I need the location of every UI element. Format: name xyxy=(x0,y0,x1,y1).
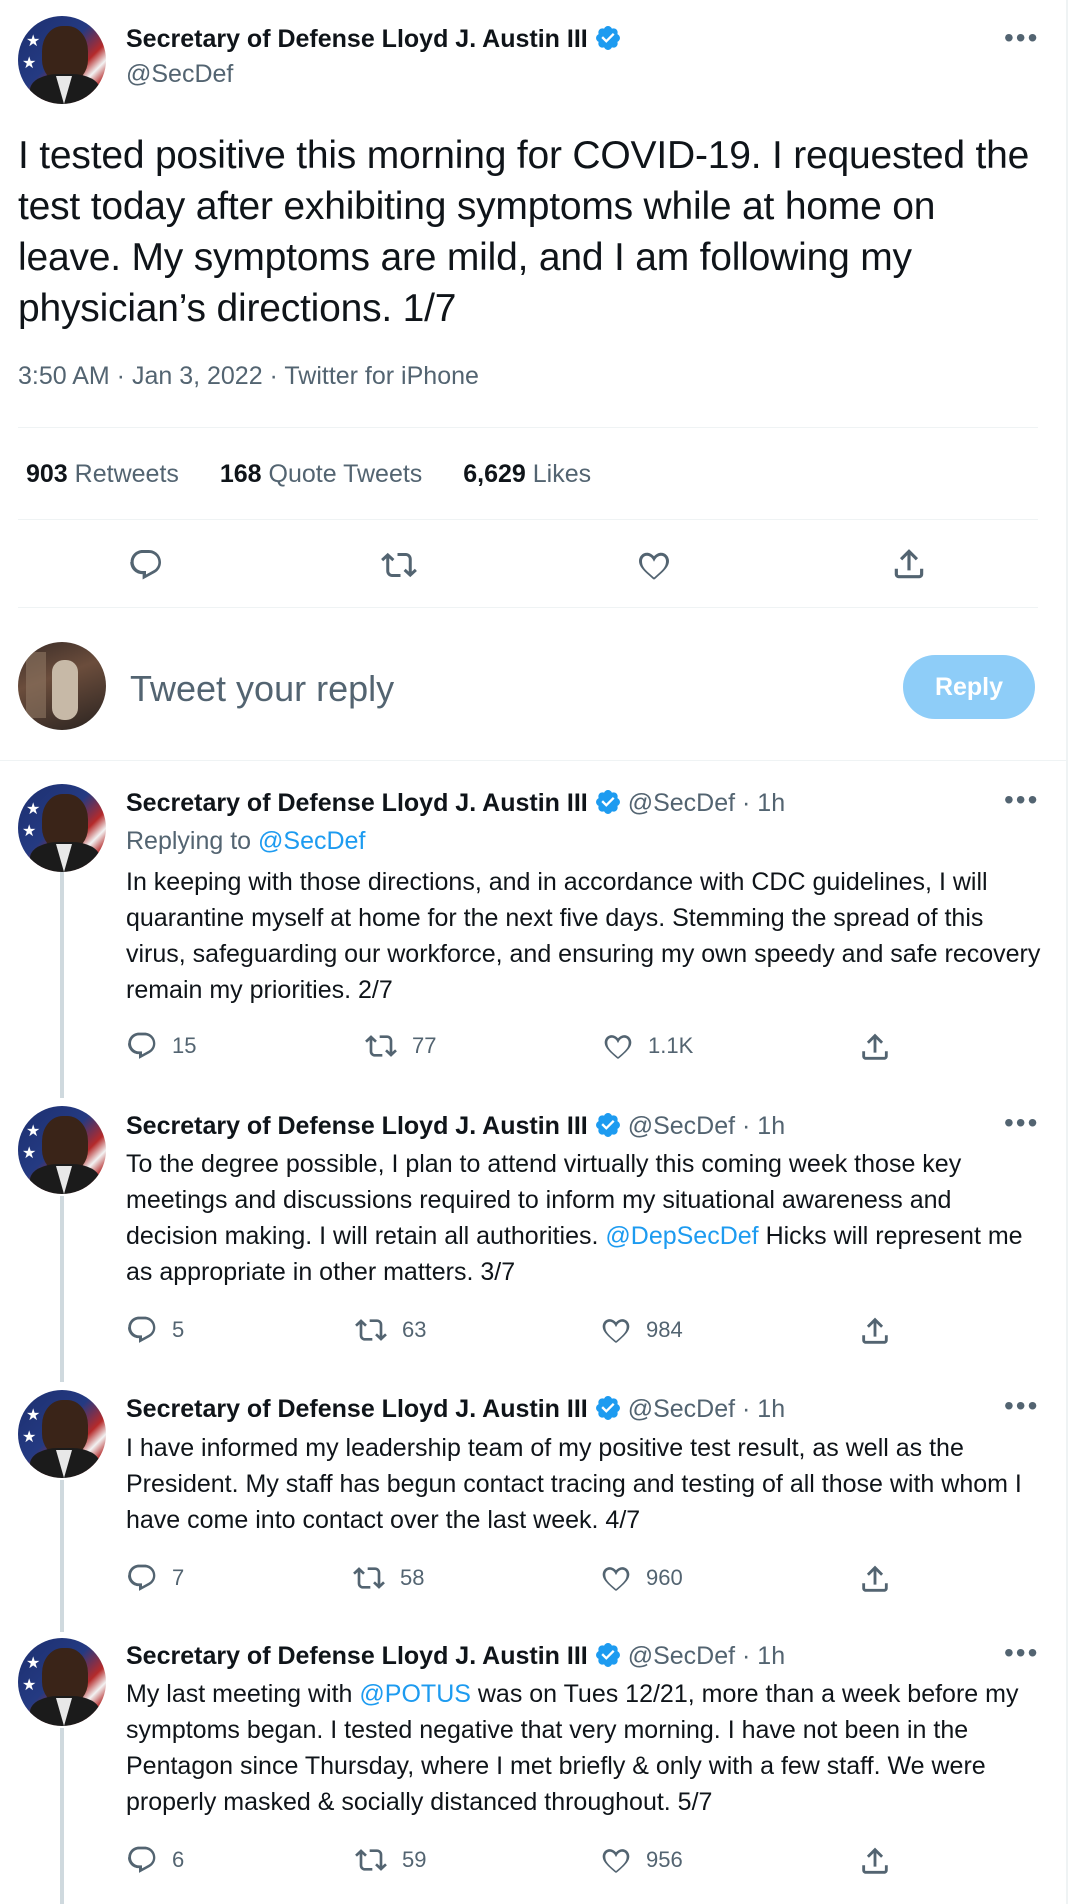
quote-tweets-stat[interactable]: 168 Quote Tweets xyxy=(220,460,422,488)
retweet-action[interactable]: 58 xyxy=(352,1562,424,1594)
main-tweet-text: I tested positive this morning for COVID… xyxy=(18,134,1030,330)
like-action[interactable]: 956 xyxy=(600,1844,683,1876)
reply-action[interactable]: 7 xyxy=(126,1562,184,1594)
tweet-author[interactable]: Secretary of Defense Lloyd J. Austin III… xyxy=(126,1641,785,1671)
share-action[interactable] xyxy=(858,1314,906,1348)
heart-icon[interactable] xyxy=(600,1844,632,1876)
author-name[interactable]: Secretary of Defense Lloyd J. Austin III xyxy=(126,24,622,54)
mention-link[interactable]: @DepSecDef xyxy=(605,1222,758,1250)
verified-badge-icon xyxy=(595,1113,620,1137)
more-dots-icon[interactable]: ••• xyxy=(1004,1392,1039,1420)
more-dots-icon[interactable]: ••• xyxy=(1004,786,1039,814)
more-dots-icon[interactable]: ••• xyxy=(1004,24,1039,52)
tweet-text: I have informed my leadership team of my… xyxy=(126,1434,1022,1534)
share-upload-icon[interactable] xyxy=(858,1030,892,1064)
retweets-stat[interactable]: 903 Retweets xyxy=(26,460,179,488)
retweet-action[interactable]: 59 xyxy=(354,1844,426,1876)
tweet-author[interactable]: Secretary of Defense Lloyd J. Austin III… xyxy=(126,1394,785,1424)
tweet-handle-time[interactable]: @SecDef · 1h xyxy=(628,789,785,817)
retweet-arrows-icon[interactable] xyxy=(352,1562,386,1594)
share-action[interactable] xyxy=(858,1844,906,1878)
share-upload-icon[interactable] xyxy=(890,545,928,583)
verified-badge-icon xyxy=(595,1643,620,1667)
tweet-handle-time[interactable]: @SecDef · 1h xyxy=(628,1642,785,1670)
share-upload-icon[interactable] xyxy=(858,1844,892,1878)
reply-bubble-icon[interactable] xyxy=(128,547,164,583)
divider xyxy=(18,607,1038,608)
reply-action[interactable]: 15 xyxy=(126,1030,196,1062)
thread-line xyxy=(60,1196,64,1382)
thread-line xyxy=(60,1728,64,1904)
share-action[interactable] xyxy=(858,1030,906,1064)
verified-badge-icon xyxy=(595,26,620,50)
tweet-text: In keeping with those directions, and in… xyxy=(126,868,1041,1004)
heart-icon[interactable] xyxy=(600,1314,632,1346)
tweet-handle-time[interactable]: @SecDef · 1h xyxy=(628,1395,785,1423)
share-upload-icon[interactable] xyxy=(858,1314,892,1348)
reply-bubble-icon[interactable] xyxy=(126,1030,158,1062)
mention-link[interactable]: @POTUS xyxy=(359,1680,471,1708)
author-avatar[interactable]: ★ ★ xyxy=(18,784,106,872)
tweet-text: To the degree possible, I plan to attend… xyxy=(126,1150,1023,1286)
tweet-handle-time[interactable]: @SecDef · 1h xyxy=(628,1112,785,1140)
retweet-action[interactable]: 77 xyxy=(364,1030,436,1062)
retweet-arrows-icon[interactable] xyxy=(380,547,418,583)
reply-bubble-icon[interactable] xyxy=(126,1844,158,1876)
author-avatar[interactable]: ★ ★ xyxy=(18,1390,106,1478)
retweet-arrows-icon[interactable] xyxy=(364,1030,398,1062)
heart-icon[interactable] xyxy=(600,1562,632,1594)
replying-to: Replying to @SecDef xyxy=(126,827,366,855)
author-avatar[interactable]: ★ ★ xyxy=(18,1638,106,1726)
divider xyxy=(0,760,1066,761)
retweet-action[interactable]: 63 xyxy=(354,1314,426,1346)
likes-stat[interactable]: 6,629 Likes xyxy=(463,460,591,488)
reply-action[interactable]: 5 xyxy=(126,1314,184,1346)
more-dots-icon[interactable]: ••• xyxy=(1004,1109,1039,1137)
author-avatar[interactable]: ★ ★ xyxy=(18,16,106,104)
retweet-arrows-icon[interactable] xyxy=(354,1844,388,1876)
share-action[interactable] xyxy=(858,1562,906,1596)
like-action[interactable]: 984 xyxy=(600,1314,683,1346)
verified-badge-icon xyxy=(595,1396,620,1420)
thread-line xyxy=(60,1480,64,1632)
reply-bubble-icon[interactable] xyxy=(126,1562,158,1594)
thread-line xyxy=(60,872,64,1098)
author-avatar[interactable]: ★ ★ xyxy=(18,1106,106,1194)
tweet-author[interactable]: Secretary of Defense Lloyd J. Austin III… xyxy=(126,1111,785,1141)
tweet-author[interactable]: Secretary of Defense Lloyd J. Austin III… xyxy=(126,788,785,818)
reply-bubble-icon[interactable] xyxy=(126,1314,158,1346)
reply-input[interactable]: Tweet your reply xyxy=(130,668,394,710)
divider xyxy=(18,427,1038,428)
current-user-avatar[interactable] xyxy=(18,642,106,730)
retweet-arrows-icon[interactable] xyxy=(354,1314,388,1346)
like-action[interactable]: 1.1K xyxy=(602,1030,693,1062)
more-dots-icon[interactable]: ••• xyxy=(1004,1639,1039,1667)
like-action[interactable]: 960 xyxy=(600,1562,683,1594)
main-tweet-meta: 3:50 AM · Jan 3, 2022 · Twitter for iPho… xyxy=(18,362,479,390)
author-name-text[interactable]: Secretary of Defense Lloyd J. Austin III xyxy=(126,25,588,53)
reply-action[interactable]: 6 xyxy=(126,1844,184,1876)
tweet-text: My last meeting with @POTUS was on Tues … xyxy=(126,1680,1019,1816)
replying-to-link[interactable]: @SecDef xyxy=(258,827,365,855)
heart-icon[interactable] xyxy=(636,547,672,583)
share-upload-icon[interactable] xyxy=(858,1562,892,1596)
verified-badge-icon xyxy=(595,790,620,814)
author-handle[interactable]: @SecDef xyxy=(126,60,233,89)
divider xyxy=(18,519,1038,520)
tweet-stats: 903 Retweets 168 Quote Tweets 6,629 Like… xyxy=(26,460,625,489)
heart-icon[interactable] xyxy=(602,1030,634,1062)
reply-button[interactable]: Reply xyxy=(903,655,1035,719)
